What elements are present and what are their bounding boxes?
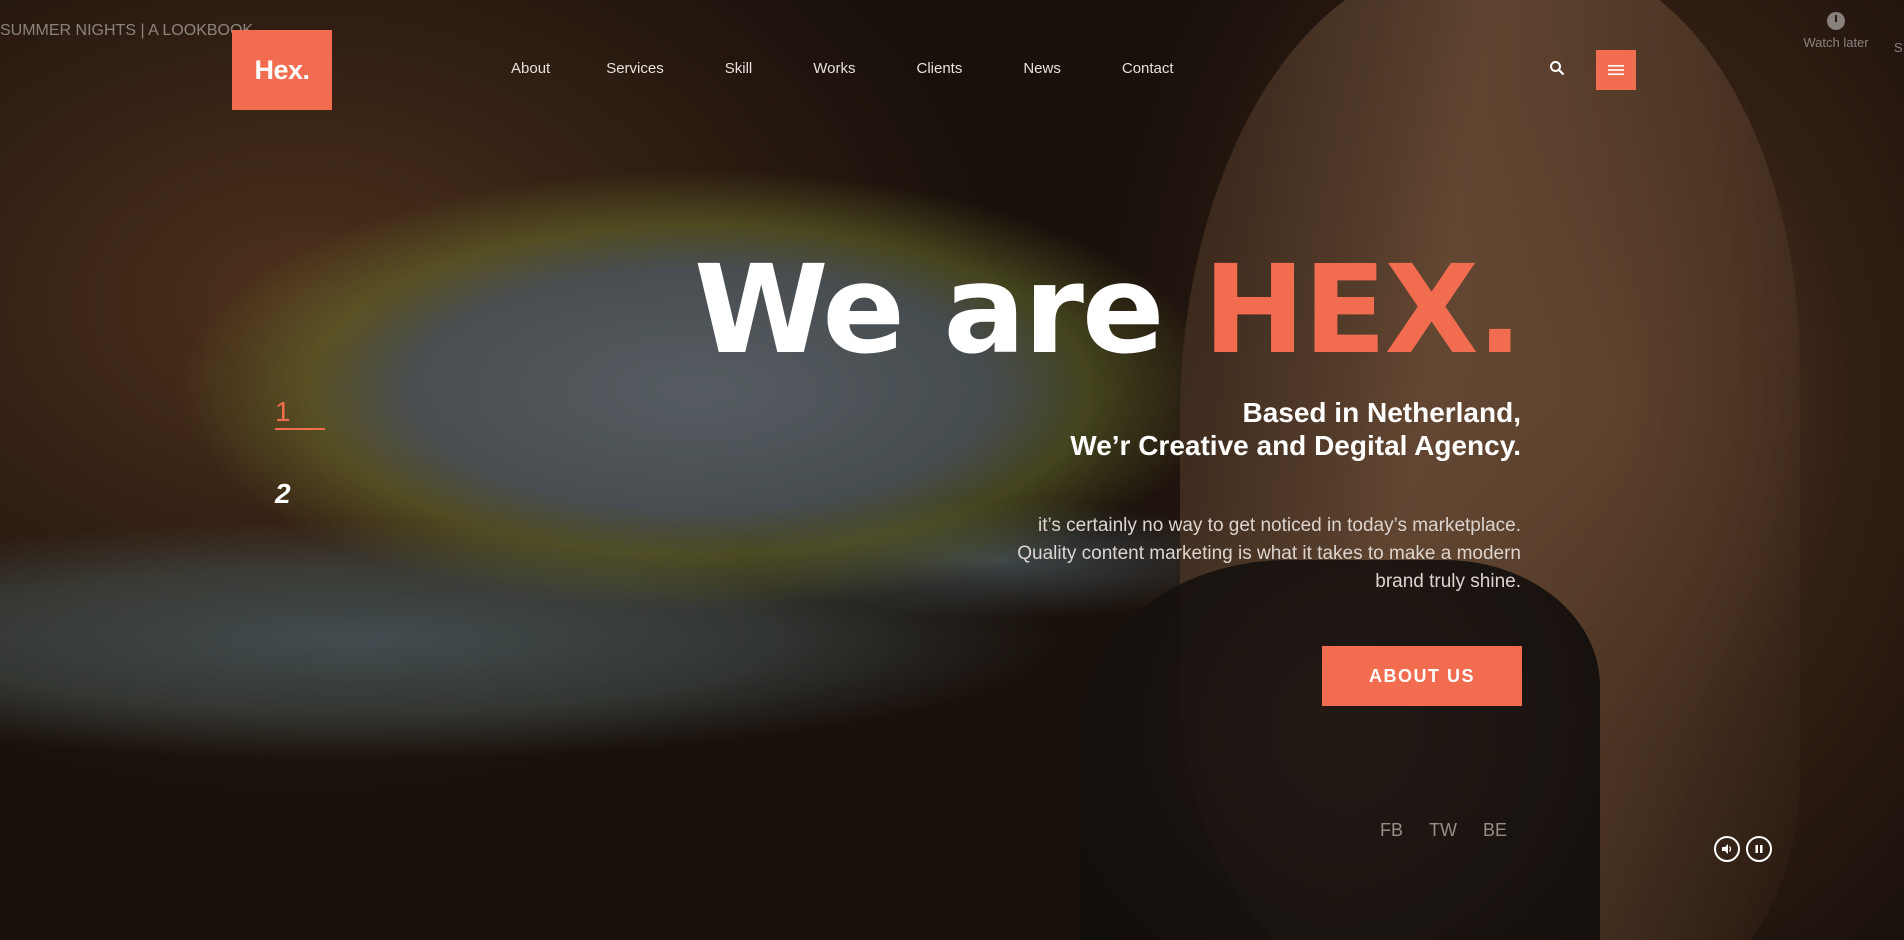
menu-button[interactable] — [1596, 50, 1636, 90]
pause-icon — [1755, 845, 1763, 853]
clock-icon — [1827, 12, 1845, 30]
about-us-button[interactable]: ABOUT US — [1322, 646, 1522, 706]
slide-pagination: 1 2 — [275, 396, 325, 510]
nav-item-works[interactable]: Works — [813, 60, 855, 77]
hero-description: it’s certainly no way to get noticed in … — [921, 512, 1521, 596]
hero-title-accent: HEX. — [1203, 239, 1523, 381]
watch-later-button[interactable]: Watch later — [1796, 12, 1876, 50]
video-title[interactable]: SUMMER NIGHTS | A LOOKBOOK — [0, 22, 253, 40]
search-button[interactable] — [1549, 60, 1569, 80]
nav-item-skill[interactable]: Skill — [725, 60, 753, 77]
social-link-twitter[interactable]: TW — [1429, 820, 1457, 841]
volume-icon — [1722, 844, 1732, 854]
hero-title-main: We are — [693, 239, 1204, 381]
logo[interactable]: Hex. — [232, 30, 332, 110]
desc-line-1: it’s certainly no way to get noticed in … — [1038, 515, 1521, 536]
hero-title: We are HEX. — [693, 239, 1523, 381]
desc-line-2: Quality content marketing is what it tak… — [1017, 543, 1521, 564]
slide-2-indicator[interactable]: 2 — [275, 478, 325, 510]
nav-item-services[interactable]: Services — [606, 60, 664, 77]
subtitle-line-1: Based in Netherland, — [1242, 397, 1521, 428]
video-controls — [1714, 836, 1772, 862]
main-nav: About Services Skill Works Clients News … — [511, 60, 1235, 77]
social-links: FB TW BE — [1380, 820, 1507, 841]
watch-later-label: Watch later — [1803, 35, 1869, 50]
nav-item-contact[interactable]: Contact — [1122, 60, 1174, 77]
volume-button[interactable] — [1714, 836, 1740, 862]
social-link-facebook[interactable]: FB — [1380, 820, 1403, 841]
hamburger-menu-icon — [1608, 65, 1624, 75]
nav-item-about[interactable]: About — [511, 60, 550, 77]
subtitle-line-2: We’r Creative and Degital Agency. — [1070, 430, 1521, 461]
hero-subtitle: Based in Netherland, We’r Creative and D… — [1070, 396, 1521, 462]
nav-item-clients[interactable]: Clients — [916, 60, 962, 77]
share-label-partial[interactable]: S — [1894, 40, 1904, 55]
pause-button[interactable] — [1746, 836, 1772, 862]
search-icon — [1550, 61, 1565, 76]
desc-line-3: brand truly shine. — [1375, 571, 1521, 592]
slide-1-indicator[interactable]: 1 — [275, 396, 325, 430]
nav-item-news[interactable]: News — [1023, 60, 1061, 77]
social-link-behance[interactable]: BE — [1483, 820, 1507, 841]
